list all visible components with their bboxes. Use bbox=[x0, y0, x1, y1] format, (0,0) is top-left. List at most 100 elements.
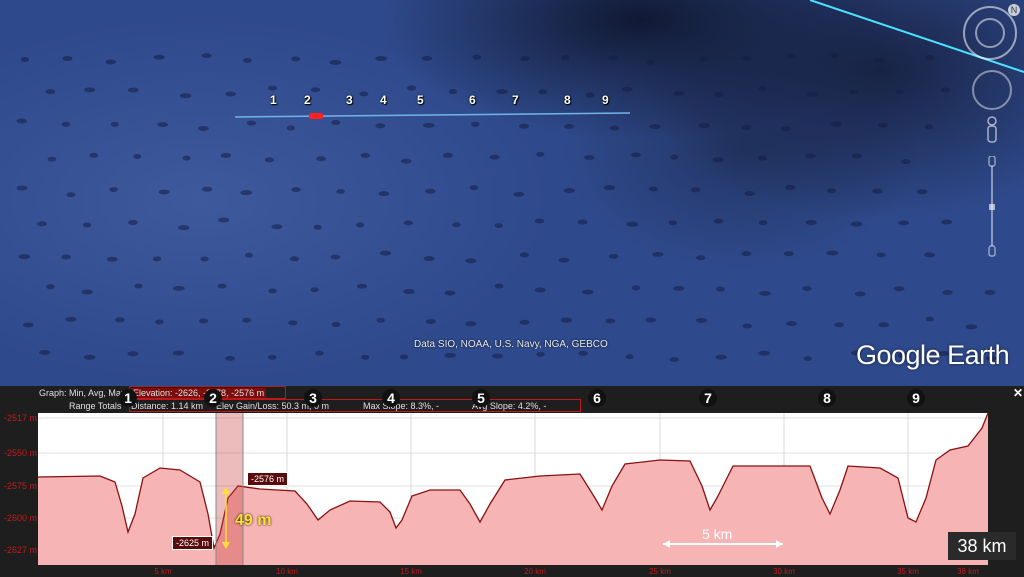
y-tick-label: -2517 m bbox=[4, 413, 38, 423]
seafloor-pit bbox=[22, 322, 34, 328]
seafloor-pit bbox=[673, 90, 685, 96]
seafloor-pit bbox=[621, 86, 633, 92]
seafloor-pit bbox=[472, 54, 482, 60]
seafloor-pit bbox=[329, 60, 342, 66]
seafloor-pit bbox=[965, 324, 978, 330]
seafloor-pit bbox=[16, 118, 27, 124]
seafloor-pit bbox=[924, 124, 933, 130]
seafloor-pit bbox=[715, 354, 727, 360]
seafloor-pit bbox=[536, 351, 545, 357]
seafloor-pit bbox=[941, 219, 953, 225]
max-elevation-tag: -2576 m bbox=[247, 472, 289, 486]
seafloor-pit bbox=[757, 155, 767, 161]
seafloor-pit bbox=[696, 255, 706, 261]
seafloor-pit bbox=[786, 321, 798, 327]
profile-marker-9[interactable]: 9 bbox=[907, 389, 925, 407]
seafloor-pit bbox=[378, 191, 390, 197]
seafloor-pit bbox=[62, 56, 73, 62]
min-elevation-tag: -2625 m bbox=[172, 536, 214, 550]
map-marker-7[interactable]: 7 bbox=[512, 93, 519, 107]
seafloor-pit bbox=[744, 191, 756, 197]
map-marker-1[interactable]: 1 bbox=[270, 93, 277, 107]
y-tick-label: -2575 m bbox=[4, 481, 38, 491]
seafloor-pit bbox=[901, 159, 911, 165]
seafloor-pit bbox=[605, 318, 616, 324]
profile-marker-4[interactable]: 4 bbox=[382, 389, 400, 407]
seafloor-pit bbox=[128, 219, 138, 225]
seafloor-pit bbox=[759, 290, 772, 296]
seafloor-pit bbox=[603, 185, 616, 191]
seafloor-pit bbox=[82, 222, 92, 228]
seafloor-pit bbox=[310, 87, 321, 93]
seafloor-pit bbox=[361, 354, 370, 360]
seafloor-pit bbox=[313, 224, 322, 230]
seafloor-pit bbox=[758, 86, 767, 92]
seafloor-pit bbox=[240, 190, 253, 196]
x-tick-label: 10 km bbox=[276, 567, 298, 576]
seafloor-pit bbox=[558, 257, 570, 263]
seafloor-pit bbox=[423, 256, 435, 262]
profile-marker-7[interactable]: 7 bbox=[699, 389, 717, 407]
seafloor-pit bbox=[89, 152, 99, 158]
seafloor-pit bbox=[127, 87, 139, 93]
seafloor-pit bbox=[489, 154, 500, 160]
seafloor-pit bbox=[18, 254, 31, 260]
seafloor-pit bbox=[359, 91, 369, 97]
seafloor-pit bbox=[246, 120, 257, 126]
map-marker-9[interactable]: 9 bbox=[602, 93, 609, 107]
seafloor-pit bbox=[376, 317, 385, 323]
seafloor-pit bbox=[534, 218, 545, 224]
seafloor-pit bbox=[105, 59, 116, 65]
map-marker-6[interactable]: 6 bbox=[469, 93, 476, 107]
y-tick-label: -2627 m bbox=[4, 545, 38, 555]
seafloor-pit bbox=[713, 218, 724, 224]
seafloor-pit bbox=[422, 122, 435, 128]
seafloor-pit bbox=[668, 220, 678, 226]
elevation-diff-label: 49 m bbox=[235, 512, 272, 529]
seafloor-pit bbox=[46, 284, 55, 290]
seafloor-pit bbox=[152, 256, 162, 262]
close-icon[interactable]: ✕ bbox=[1013, 386, 1023, 400]
pegman-icon[interactable] bbox=[985, 116, 999, 144]
map-marker-5[interactable]: 5 bbox=[417, 93, 424, 107]
seafloor-pit bbox=[81, 289, 93, 295]
seafloor-pit bbox=[585, 92, 595, 98]
profile-marker-8[interactable]: 8 bbox=[818, 389, 836, 407]
seafloor-pit bbox=[421, 55, 432, 61]
seafloor-pit bbox=[399, 354, 409, 360]
seafloor-pit bbox=[177, 225, 190, 231]
seafloor-pit bbox=[608, 55, 618, 61]
seafloor-pit bbox=[806, 92, 819, 98]
zoom-slider[interactable] bbox=[988, 156, 996, 258]
seafloor-pit bbox=[577, 219, 588, 225]
seafloor-pit bbox=[581, 289, 594, 295]
seafloor-pit bbox=[179, 93, 192, 99]
seafloor-pit bbox=[925, 316, 934, 322]
map-view[interactable]: 1 2 3 4 5 6 7 8 9 Data SIO, NOAA, U.S. Navy, NGA… bbox=[0, 0, 1024, 386]
measure-path[interactable] bbox=[234, 112, 631, 118]
look-joystick[interactable] bbox=[972, 70, 1012, 110]
seafloor-pit bbox=[715, 286, 725, 292]
seafloor-pit bbox=[110, 121, 119, 127]
seafloor-pit bbox=[61, 254, 71, 260]
seafloor-pit bbox=[803, 356, 812, 362]
map-marker-8[interactable]: 8 bbox=[564, 93, 571, 107]
seafloor-pit bbox=[45, 89, 56, 95]
profile-marker-1[interactable]: 1 bbox=[119, 389, 137, 407]
seafloor-pit bbox=[560, 317, 573, 323]
selected-segment[interactable] bbox=[309, 113, 323, 119]
seafloor-pit bbox=[201, 186, 213, 192]
profile-marker-6[interactable]: 6 bbox=[588, 389, 606, 407]
profile-marker-2[interactable]: 2 bbox=[204, 389, 222, 407]
seafloor-pit bbox=[109, 187, 118, 193]
profile-marker-5[interactable]: 5 bbox=[472, 389, 490, 407]
seafloor-pit bbox=[758, 220, 768, 226]
profile-marker-3[interactable]: 3 bbox=[304, 389, 322, 407]
map-marker-2[interactable]: 2 bbox=[304, 93, 311, 107]
seafloor-pit bbox=[831, 121, 843, 127]
north-compass-icon[interactable]: N bbox=[1008, 4, 1020, 16]
map-marker-4[interactable]: 4 bbox=[380, 93, 387, 107]
map-marker-3[interactable]: 3 bbox=[346, 93, 353, 107]
elevation-chart[interactable] bbox=[0, 386, 1024, 577]
seafloor-pit bbox=[61, 121, 71, 127]
